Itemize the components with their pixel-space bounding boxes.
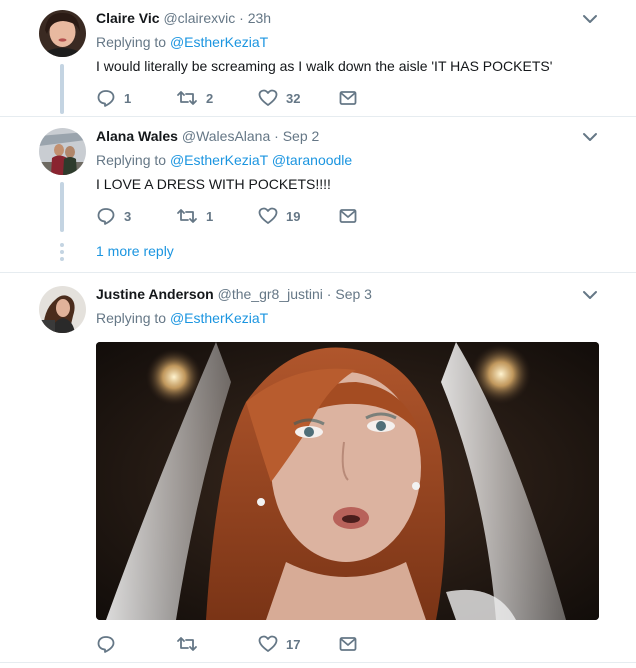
retweet-button[interactable] (176, 634, 206, 654)
like-button[interactable]: 32 (258, 88, 300, 108)
tweet-header: Alana Wales @WalesAlana · Sep 2 (96, 128, 319, 144)
user-handle[interactable]: @the_gr8_justini (218, 286, 323, 302)
retweet-button[interactable]: 1 (176, 206, 213, 226)
thread-line (60, 182, 64, 232)
chevron-down-icon[interactable] (580, 285, 600, 305)
envelope-icon (338, 206, 358, 226)
reply-count: 3 (124, 208, 132, 224)
mention-link[interactable]: @taranoodle (272, 152, 352, 168)
reply-button[interactable]: 3 (96, 206, 131, 226)
reply-button[interactable] (96, 634, 124, 654)
direct-message-button[interactable] (338, 634, 358, 654)
direct-message-button[interactable] (338, 206, 358, 226)
mention-link[interactable]: @EstherKeziaT (170, 152, 268, 168)
replying-to: Replying to @EstherKeziaT @taranoodle (96, 152, 352, 168)
retweet-button[interactable]: 2 (176, 88, 213, 108)
tweet-media-photo[interactable] (96, 342, 599, 620)
separator-dot: · (326, 286, 332, 302)
replying-to-label: Replying to (96, 310, 167, 326)
more-replies-link[interactable]: 1 more reply (96, 243, 174, 259)
divider (0, 272, 636, 273)
replying-to-label: Replying to (96, 152, 167, 168)
envelope-icon (338, 634, 358, 654)
tweet-header: Claire Vic @clairexvic · 23h (96, 10, 271, 26)
like-count: 32 (286, 90, 301, 106)
thread-dots (60, 243, 64, 264)
timestamp[interactable]: Sep 2 (283, 128, 320, 144)
divider (0, 662, 636, 663)
direct-message-button[interactable] (338, 88, 358, 108)
reply-button[interactable]: 1 (96, 88, 131, 108)
heart-icon (258, 206, 278, 226)
mention-link[interactable]: @EstherKeziaT (170, 34, 268, 50)
replying-to: Replying to @EstherKeziaT (96, 34, 268, 50)
timestamp[interactable]: 23h (248, 10, 271, 26)
user-handle[interactable]: @WalesAlana (182, 128, 270, 144)
avatar[interactable] (39, 286, 86, 333)
retweet-icon (176, 88, 198, 108)
like-count: 17 (286, 636, 301, 652)
replying-to: Replying to @EstherKeziaT (96, 310, 268, 326)
divider (0, 116, 636, 117)
timestamp[interactable]: Sep 3 (335, 286, 372, 302)
heart-icon (258, 88, 278, 108)
chevron-down-icon[interactable] (580, 9, 600, 29)
retweet-icon (176, 634, 198, 654)
display-name[interactable]: Justine Anderson (96, 286, 214, 302)
replying-to-label: Replying to (96, 34, 167, 50)
tweet-actions: 3 1 19 (96, 206, 396, 226)
tweet-actions: 17 (96, 634, 396, 654)
thread-line (60, 64, 64, 114)
tweet-text: I would literally be screaming as I walk… (96, 58, 553, 74)
envelope-icon (338, 88, 358, 108)
reply-count: 1 (124, 90, 132, 106)
separator-dot: · (274, 128, 279, 144)
display-name[interactable]: Alana Wales (96, 128, 178, 144)
avatar[interactable] (39, 10, 86, 57)
like-count: 19 (286, 208, 301, 224)
user-handle[interactable]: @clairexvic (163, 10, 235, 26)
retweet-count: 1 (206, 208, 214, 224)
tweet-header: Justine Anderson @the_gr8_justini · Sep … (96, 286, 372, 302)
retweet-count: 2 (206, 90, 214, 106)
like-button[interactable]: 17 (258, 634, 300, 654)
avatar[interactable] (39, 128, 86, 175)
tweet-text: I LOVE A DRESS WITH POCKETS!!!! (96, 176, 331, 192)
separator-dot: · (239, 10, 244, 26)
chevron-down-icon[interactable] (580, 127, 600, 147)
like-button[interactable]: 19 (258, 206, 300, 226)
retweet-icon (176, 206, 198, 226)
reply-icon (96, 88, 116, 108)
mention-link[interactable]: @EstherKeziaT (170, 310, 268, 326)
tweet-actions: 1 2 32 (96, 88, 396, 108)
reply-icon (96, 206, 116, 226)
display-name[interactable]: Claire Vic (96, 10, 160, 26)
reply-icon (96, 634, 116, 654)
heart-icon (258, 634, 278, 654)
